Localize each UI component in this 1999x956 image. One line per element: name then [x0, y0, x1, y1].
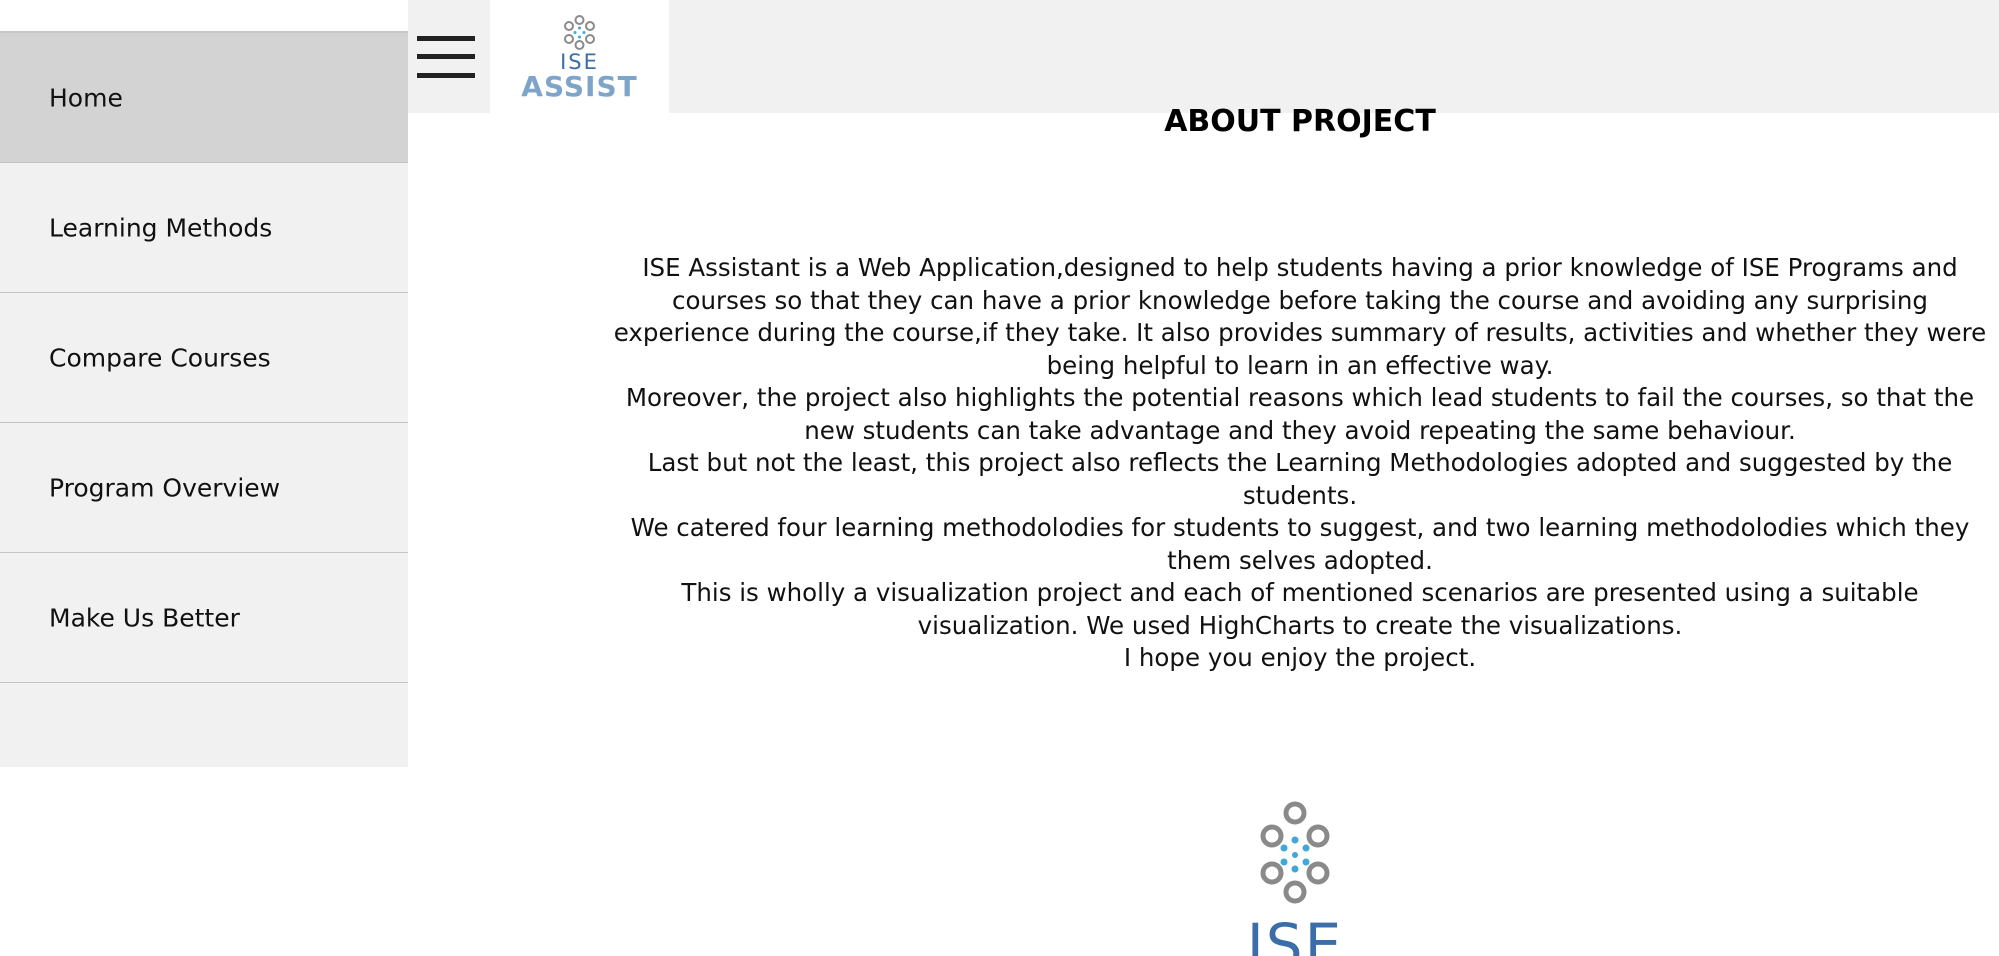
about-paragraph: We catered four learning methodolodies f…	[630, 513, 1970, 575]
sidebar: Home Learning Methods Compare Courses Pr…	[0, 31, 408, 767]
header-logo[interactable]: ISE ASSIST	[490, 0, 669, 113]
sidebar-item-label: Make Us Better	[49, 603, 240, 632]
about-paragraph: Last but not the least, this project als…	[647, 448, 1953, 510]
logo-circles-icon	[1260, 801, 1330, 904]
sidebar-item-compare-courses[interactable]: Compare Courses	[0, 293, 408, 423]
logo-text-assist: ASSIST	[521, 70, 638, 103]
sidebar-item-label: Compare Courses	[49, 343, 271, 372]
sidebar-item-label: Program Overview	[49, 473, 281, 502]
about-text: ISE Assistant is a Web Application,desig…	[612, 252, 1988, 675]
about-paragraph: This is wholly a visualization project a…	[681, 578, 1919, 640]
hamburger-icon-bar	[417, 54, 475, 59]
sidebar-item-label: Learning Methods	[49, 213, 273, 242]
about-paragraph: ISE Assistant is a Web Application,desig…	[613, 253, 1987, 380]
sidebar-item-make-us-better[interactable]: Make Us Better	[0, 553, 408, 683]
sidebar-item-label: Home	[49, 83, 123, 112]
hamburger-icon-bar	[417, 73, 475, 78]
sidebar-item-program-overview[interactable]: Program Overview	[0, 423, 408, 553]
page-title: ABOUT PROJECT	[1164, 104, 1436, 139]
about-paragraph: Moreover, the project also highlights th…	[625, 383, 1975, 445]
footer-logo: ISE	[1195, 796, 1395, 956]
hamburger-menu-button[interactable]	[417, 36, 475, 78]
hamburger-icon	[417, 36, 475, 41]
footer-logo-text: ISE	[1246, 911, 1344, 956]
sidebar-item-home[interactable]: Home	[0, 33, 408, 163]
sidebar-item-learning-methods[interactable]: Learning Methods	[0, 163, 408, 293]
about-paragraph: I hope you enjoy the project.	[1123, 643, 1477, 672]
